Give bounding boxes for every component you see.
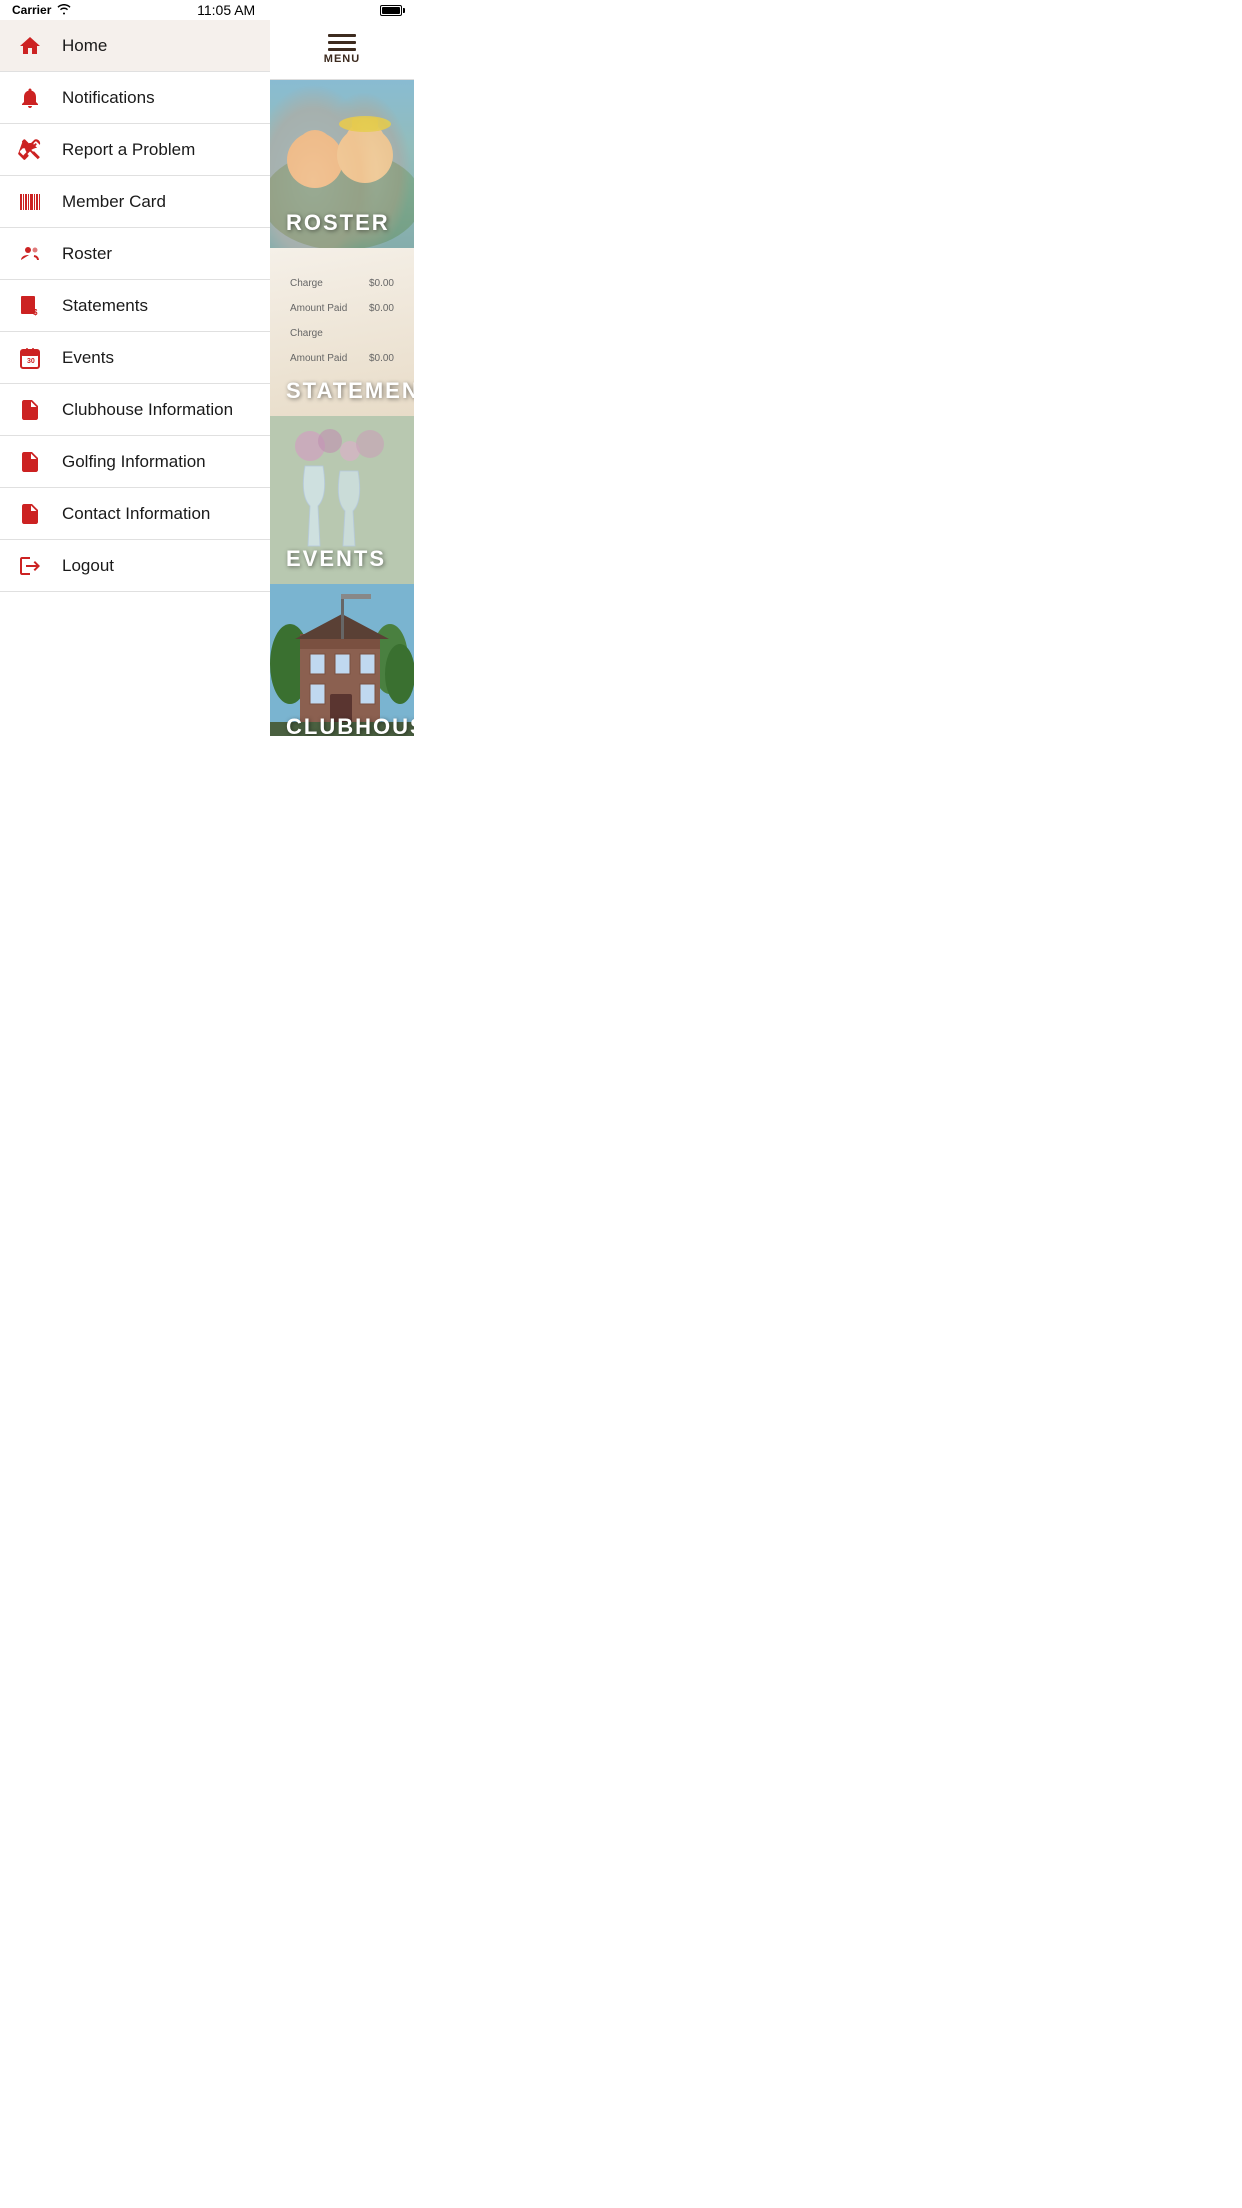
tile-roster[interactable]: ROSTER bbox=[270, 80, 414, 248]
statements-icon: $ bbox=[16, 294, 44, 318]
stmt-charge-1-value: $0.00 bbox=[369, 278, 394, 289]
battery-icon bbox=[380, 5, 402, 16]
menu-button[interactable]: MENU bbox=[270, 20, 414, 80]
barcode-icon bbox=[16, 190, 44, 214]
sidebar-item-member-card-label: Member Card bbox=[62, 192, 166, 212]
time-label: 11:05 AM bbox=[197, 2, 255, 18]
sidebar-item-contact-label: Contact Information bbox=[62, 504, 210, 524]
stmt-amount-paid-1-value: $0.00 bbox=[369, 303, 394, 314]
statements-lines: Charge $0.00 Amount Paid $0.00 Charge bbox=[290, 278, 394, 378]
sidebar-item-logout-label: Logout bbox=[62, 556, 114, 576]
sidebar-item-golfing-information[interactable]: Golfing Information bbox=[0, 436, 270, 488]
stmt-amount-paid-2-value: $0.00 bbox=[369, 353, 394, 364]
document-icon-contact bbox=[16, 502, 44, 526]
tile-events-label: EVENTS bbox=[286, 546, 386, 572]
sidebar-item-home-label: Home bbox=[62, 36, 107, 56]
sidebar-item-events-label: Events bbox=[62, 348, 114, 368]
tile-clubhouse-label: CLUBHOUSE bbox=[286, 714, 414, 736]
sidebar-item-golfing-label: Golfing Information bbox=[62, 452, 206, 472]
sidebar-item-clubhouse-information[interactable]: Clubhouse Information bbox=[0, 384, 270, 436]
hamburger-icon bbox=[328, 34, 356, 51]
sidebar-item-statements[interactable]: $ Statements bbox=[0, 280, 270, 332]
bell-icon bbox=[16, 86, 44, 110]
status-bar: Carrier 11:05 AM bbox=[0, 0, 414, 20]
tiles-container: ROSTER Charge $0.00 Amount Paid $0.00 bbox=[270, 80, 414, 736]
tile-clubhouse[interactable]: CLUBHOUSE bbox=[270, 584, 414, 736]
sidebar-item-contact-information[interactable]: Contact Information bbox=[0, 488, 270, 540]
app-container: Home Notifications bbox=[0, 20, 414, 736]
hamburger-line-2 bbox=[328, 41, 356, 44]
hamburger-line-1 bbox=[328, 34, 356, 37]
sidebar: Home Notifications bbox=[0, 20, 270, 736]
menu-label: MENU bbox=[324, 53, 360, 65]
sidebar-item-roster-label: Roster bbox=[62, 244, 112, 264]
sidebar-item-logout[interactable]: Logout bbox=[0, 540, 270, 592]
person-icon bbox=[16, 242, 44, 266]
hamburger-line-3 bbox=[328, 48, 356, 51]
stmt-line-2: Amount Paid $0.00 bbox=[290, 303, 394, 314]
sidebar-item-notifications[interactable]: Notifications bbox=[0, 72, 270, 124]
calendar-icon: 30 bbox=[16, 346, 44, 370]
stmt-charge-2-label: Charge bbox=[290, 328, 323, 339]
sidebar-item-events[interactable]: 30 Events bbox=[0, 332, 270, 384]
home-icon bbox=[16, 34, 44, 58]
sidebar-item-roster[interactable]: Roster bbox=[0, 228, 270, 280]
sidebar-item-statements-label: Statements bbox=[62, 296, 148, 316]
logout-icon bbox=[16, 554, 44, 578]
stmt-line-1: Charge $0.00 bbox=[290, 278, 394, 289]
wrench-icon bbox=[16, 138, 44, 162]
sidebar-item-report-label: Report a Problem bbox=[62, 140, 195, 160]
stmt-charge-1-label: Charge bbox=[290, 278, 323, 289]
content-panel: MENU bbox=[270, 20, 414, 736]
document-icon-clubhouse bbox=[16, 398, 44, 422]
sidebar-item-report-problem[interactable]: Report a Problem bbox=[0, 124, 270, 176]
sidebar-item-home[interactable]: Home bbox=[0, 20, 270, 72]
status-left: Carrier bbox=[12, 3, 72, 18]
tile-roster-label: ROSTER bbox=[286, 210, 390, 236]
stmt-line-3: Charge bbox=[290, 328, 394, 339]
tile-events[interactable]: EVENTS bbox=[270, 416, 414, 584]
svg-text:$: $ bbox=[33, 308, 38, 317]
carrier-label: Carrier bbox=[12, 3, 51, 17]
document-icon-golfing bbox=[16, 450, 44, 474]
sidebar-item-notifications-label: Notifications bbox=[62, 88, 155, 108]
svg-text:30: 30 bbox=[27, 358, 35, 365]
tile-statements-label: STATEMENTS bbox=[286, 378, 414, 404]
stmt-amount-paid-2-label: Amount Paid bbox=[290, 353, 347, 364]
wifi-icon bbox=[56, 3, 72, 18]
stmt-line-4: Amount Paid $0.00 bbox=[290, 353, 394, 364]
sidebar-item-clubhouse-label: Clubhouse Information bbox=[62, 400, 233, 420]
stmt-amount-paid-1-label: Amount Paid bbox=[290, 303, 347, 314]
tile-statements[interactable]: Charge $0.00 Amount Paid $0.00 Charge bbox=[270, 248, 414, 416]
sidebar-item-member-card[interactable]: Member Card bbox=[0, 176, 270, 228]
